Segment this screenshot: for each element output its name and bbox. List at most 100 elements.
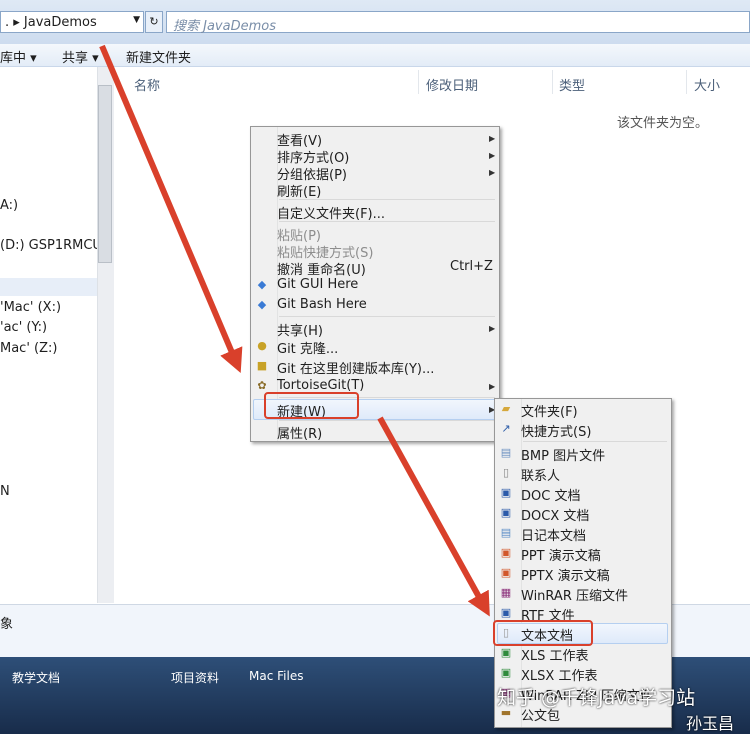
submenu-item-folder[interactable]: ▰ 文件夹(F) bbox=[495, 401, 671, 421]
search-placeholder: 搜索 JavaDemos bbox=[173, 19, 276, 34]
submenu-label: WinRAR 压缩文件 bbox=[521, 589, 628, 604]
submenu-item-xlsx[interactable]: ▣ XLSX 工作表 bbox=[495, 665, 671, 685]
column-divider[interactable] bbox=[686, 70, 687, 94]
submenu-item-pptx[interactable]: ▣ PPTX 演示文稿 bbox=[495, 565, 671, 585]
new-item-red-outline bbox=[264, 392, 359, 419]
address-path: . ▸ JavaDemos bbox=[5, 15, 97, 30]
pptx-file-icon: ▣ bbox=[500, 566, 512, 579]
menu-item-refresh[interactable]: 刷新(E) bbox=[251, 181, 499, 200]
column-divider[interactable] bbox=[418, 70, 419, 94]
share-label: 共享 bbox=[62, 51, 89, 66]
submenu-label: DOC 文档 bbox=[521, 489, 581, 504]
column-date[interactable]: 修改日期 bbox=[426, 75, 478, 94]
menu-label: 刷新(E) bbox=[277, 185, 322, 200]
menu-item-properties[interactable]: 属性(R) bbox=[251, 423, 499, 442]
menu-item-git-clone[interactable]: ● Git 克隆... bbox=[251, 338, 499, 357]
menu-label: TortoiseGit(T) bbox=[277, 378, 365, 393]
submenu-label: PPT 演示文稿 bbox=[521, 549, 601, 564]
nav-item[interactable]: 'Mac' (X:) bbox=[0, 300, 61, 315]
empty-folder-message: 该文件夹为空。 bbox=[617, 116, 709, 131]
menu-item-paste-shortcut[interactable]: 粘贴快捷方式(S) bbox=[251, 242, 499, 261]
menu-item-view[interactable]: 查看(V) ▶ bbox=[251, 130, 499, 149]
column-divider[interactable] bbox=[552, 70, 553, 94]
menu-item-group[interactable]: 分组依据(P) ▶ bbox=[251, 164, 499, 183]
menu-item-git-create[interactable]: ■ Git 在这里创建版本库(Y)... bbox=[251, 358, 499, 377]
toolbar: 库中 ▾ 共享 ▾ 新建文件夹 bbox=[0, 44, 750, 67]
library-button[interactable]: 库中 ▾ bbox=[0, 47, 37, 66]
address-field[interactable]: . ▸ JavaDemos ▼ bbox=[0, 11, 144, 33]
rtf-file-icon: ▣ bbox=[500, 606, 512, 619]
menu-separator bbox=[279, 199, 495, 200]
submenu-label: 日记本文档 bbox=[521, 529, 587, 544]
nav-item[interactable]: N bbox=[0, 484, 10, 499]
nav-item[interactable]: 'ac' (Y:) bbox=[0, 320, 47, 335]
nav-item[interactable]: A:) bbox=[0, 198, 18, 213]
submenu-item-journal[interactable]: ▤ 日记本文档 bbox=[495, 525, 671, 545]
menu-item-customize[interactable]: 自定义文件夹(F)... bbox=[251, 203, 499, 222]
submenu-item-shortcut[interactable]: ↗ 快捷方式(S) bbox=[495, 421, 671, 441]
git-gui-icon: ◆ bbox=[257, 278, 267, 291]
git-clone-icon: ● bbox=[257, 339, 267, 352]
menu-label: 共享(H) bbox=[277, 324, 323, 339]
watermark-author: 孙玉昌 bbox=[686, 714, 735, 733]
docx-file-icon: ▣ bbox=[500, 506, 512, 519]
menu-label: 自定义文件夹(F)... bbox=[277, 207, 386, 222]
column-size[interactable]: 大小 bbox=[694, 75, 720, 94]
submenu-item-doc[interactable]: ▣ DOC 文档 bbox=[495, 485, 671, 505]
menu-item-paste[interactable]: 粘贴(P) bbox=[251, 225, 499, 244]
menu-label: Git 在这里创建版本库(Y)... bbox=[277, 362, 435, 377]
submenu-label: BMP 图片文件 bbox=[521, 449, 606, 464]
menu-shortcut: Ctrl+Z bbox=[450, 259, 493, 274]
submenu-label: 文件夹(F) bbox=[521, 405, 578, 420]
submenu-item-docx[interactable]: ▣ DOCX 文档 bbox=[495, 505, 671, 525]
chevron-down-icon[interactable]: ▼ bbox=[133, 15, 140, 25]
text-doc-red-outline bbox=[493, 620, 593, 646]
xlsx-file-icon: ▣ bbox=[500, 666, 512, 679]
submenu-item-ppt[interactable]: ▣ PPT 演示文稿 bbox=[495, 545, 671, 565]
submenu-item-winrar[interactable]: ▦ WinRAR 压缩文件 bbox=[495, 585, 671, 605]
folder-icon: ▰ bbox=[501, 402, 511, 415]
git-bash-icon: ◆ bbox=[257, 298, 267, 311]
menu-item-share[interactable]: 共享(H) ▶ bbox=[251, 320, 499, 339]
shortcut-icon: ↗ bbox=[501, 422, 511, 435]
chevron-right-icon: ▶ bbox=[489, 151, 496, 160]
journal-file-icon: ▤ bbox=[500, 526, 512, 539]
chevron-right-icon: ▶ bbox=[489, 134, 496, 143]
git-create-repo-icon: ■ bbox=[256, 359, 268, 372]
taskbar-item[interactable]: 项目资料 bbox=[171, 669, 219, 686]
refresh-icon[interactable]: ↻ bbox=[145, 11, 163, 33]
contact-icon: ▯ bbox=[502, 466, 510, 479]
menu-item-sort[interactable]: 排序方式(O) ▶ bbox=[251, 147, 499, 166]
column-name[interactable]: 名称 bbox=[134, 75, 160, 94]
nav-scroll-thumb[interactable] bbox=[98, 85, 112, 263]
new-folder-button[interactable]: 新建文件夹 bbox=[126, 47, 191, 66]
share-button[interactable]: 共享 ▾ bbox=[62, 47, 99, 66]
menu-item-undo[interactable]: 撤消 重命名(U) Ctrl+Z bbox=[251, 259, 499, 278]
address-bar: . ▸ JavaDemos ▼ ↻ 搜索 JavaDemos bbox=[0, 0, 750, 44]
menu-label: 撤消 重命名(U) bbox=[277, 263, 366, 278]
nav-item[interactable]: Mac' (Z:) bbox=[0, 341, 57, 356]
menu-separator bbox=[279, 420, 495, 421]
menu-separator bbox=[279, 221, 495, 222]
menu-separator bbox=[279, 316, 495, 317]
column-type[interactable]: 类型 bbox=[559, 75, 585, 94]
library-label: 库中 bbox=[0, 51, 27, 66]
submenu-item-contact[interactable]: ▯ 联系人 bbox=[495, 465, 671, 485]
menu-label: Git Bash Here bbox=[277, 297, 367, 312]
new-submenu: ▰ 文件夹(F) ↗ 快捷方式(S) ▤ BMP 图片文件 ▯ 联系人 ▣ DO… bbox=[494, 398, 672, 728]
ppt-file-icon: ▣ bbox=[500, 546, 512, 559]
nav-item[interactable]: (D:) GSP1RMCUL bbox=[0, 238, 109, 253]
menu-label: Git GUI Here bbox=[277, 277, 359, 292]
watermark-text: 知乎 @千锋Java学习站 bbox=[497, 687, 696, 709]
menu-item-git-gui[interactable]: ◆ Git GUI Here bbox=[251, 277, 499, 295]
submenu-label: 联系人 bbox=[521, 469, 561, 484]
nav-selection bbox=[0, 278, 97, 296]
taskbar-item[interactable]: Mac Files bbox=[249, 669, 303, 683]
menu-item-git-bash[interactable]: ◆ Git Bash Here bbox=[251, 297, 499, 315]
submenu-label: PPTX 演示文稿 bbox=[521, 569, 610, 584]
taskbar-item[interactable]: 教学文档 bbox=[12, 669, 60, 686]
search-input[interactable]: 搜索 JavaDemos bbox=[166, 11, 750, 34]
submenu-item-bmp[interactable]: ▤ BMP 图片文件 bbox=[495, 445, 671, 465]
xls-file-icon: ▣ bbox=[500, 646, 512, 659]
submenu-item-xls[interactable]: ▣ XLS 工作表 bbox=[495, 645, 671, 665]
